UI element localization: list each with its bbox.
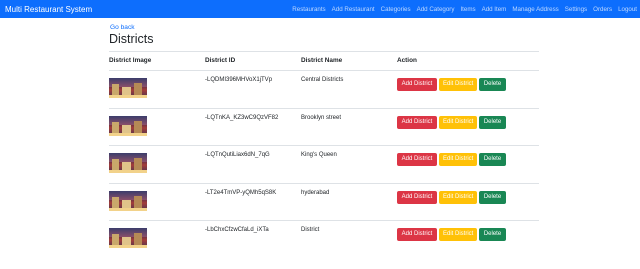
action-cell: Add District Edit District Delete: [397, 107, 539, 146]
district-photo-icon: [109, 228, 147, 248]
delete-district-button[interactable]: Delete: [479, 115, 506, 129]
page-title: Districts: [109, 32, 154, 46]
district-image-cell: [109, 145, 205, 183]
nav-link-add-category[interactable]: Add Category: [417, 6, 455, 13]
nav-links: Restaurants Add Restaurant Categories Ad…: [286, 6, 637, 13]
go-back-link[interactable]: Go back: [110, 24, 135, 31]
delete-district-button[interactable]: Delete: [479, 190, 506, 204]
edit-district-button[interactable]: Edit District: [439, 115, 477, 129]
delete-district-button[interactable]: Delete: [479, 78, 506, 91]
nav-link-categories[interactable]: Categories: [381, 6, 411, 13]
table-row: -LT2e4TmVP-yQMh5qS8K hyderabad Add Distr…: [109, 182, 539, 221]
add-district-button[interactable]: Add District: [397, 115, 437, 129]
nav-link-settings[interactable]: Settings: [565, 6, 587, 13]
edit-district-button[interactable]: Edit District: [439, 153, 477, 166]
district-id: -LbChxCfzwCfaLd_iXTa: [205, 220, 301, 258]
add-district-button[interactable]: Add District: [397, 78, 437, 91]
district-photo-icon: [109, 115, 147, 136]
district-image-cell: [109, 107, 205, 146]
brand-title[interactable]: Multi Restaurant System: [5, 5, 92, 14]
nav-link-items[interactable]: Items: [460, 6, 475, 13]
nav-link-logout[interactable]: Logout: [618, 6, 637, 13]
action-cell: Add District Edit District Delete: [397, 220, 539, 258]
action-cell: Add District Edit District Delete: [397, 145, 539, 183]
district-image-cell: [109, 182, 205, 221]
top-navbar: Multi Restaurant System Restaurants Add …: [0, 0, 640, 18]
table-row: -LbChxCfzwCfaLd_iXTa District Add Distri…: [109, 220, 539, 258]
table-row: -LQDMI396MHVoX1jTVp Central Districts Ad…: [109, 70, 539, 108]
district-id: -LQTnKA_KZ3wC9QzVF82: [205, 107, 301, 146]
table-row: -LQTnQutiLiax6dN_7qG King's Queen Add Di…: [109, 145, 539, 183]
district-id: -LT2e4TmVP-yQMh5qS8K: [205, 182, 301, 221]
header-district-name: District Name: [301, 51, 397, 71]
district-photo-icon: [109, 78, 147, 98]
header-district-image: District Image: [109, 51, 205, 71]
nav-link-restaurants[interactable]: Restaurants: [292, 6, 325, 13]
district-image-cell: [109, 220, 205, 258]
districts-table: District Image District ID District Name…: [109, 51, 539, 258]
district-name: King's Queen: [301, 145, 397, 183]
header-action: Action: [397, 51, 539, 71]
action-cell: Add District Edit District Delete: [397, 70, 539, 108]
nav-link-add-restaurant[interactable]: Add Restaurant: [332, 6, 375, 13]
add-district-button[interactable]: Add District: [397, 153, 437, 166]
edit-district-button[interactable]: Edit District: [439, 78, 477, 91]
district-name: Brooklyn street: [301, 107, 397, 146]
district-photo-icon: [109, 153, 147, 173]
nav-link-orders[interactable]: Orders: [593, 6, 612, 13]
district-id: -LQTnQutiLiax6dN_7qG: [205, 145, 301, 183]
nav-link-add-item[interactable]: Add Item: [482, 6, 507, 13]
district-name: District: [301, 220, 397, 258]
table-header-row: District Image District ID District Name…: [109, 51, 539, 71]
edit-district-button[interactable]: Edit District: [439, 190, 477, 204]
district-photo-icon: [109, 190, 147, 211]
add-district-button[interactable]: Add District: [397, 228, 437, 241]
delete-district-button[interactable]: Delete: [479, 153, 506, 166]
nav-link-manage-address[interactable]: Manage Address: [512, 6, 558, 13]
delete-district-button[interactable]: Delete: [479, 228, 506, 241]
add-district-button[interactable]: Add District: [397, 190, 437, 204]
header-district-id: District ID: [205, 51, 301, 71]
district-id: -LQDMI396MHVoX1jTVp: [205, 70, 301, 108]
edit-district-button[interactable]: Edit District: [439, 228, 477, 241]
action-cell: Add District Edit District Delete: [397, 182, 539, 221]
district-image-cell: [109, 70, 205, 108]
table-row: -LQTnKA_KZ3wC9QzVF82 Brooklyn street Add…: [109, 107, 539, 146]
district-name: Central Districts: [301, 70, 397, 108]
district-name: hyderabad: [301, 182, 397, 221]
